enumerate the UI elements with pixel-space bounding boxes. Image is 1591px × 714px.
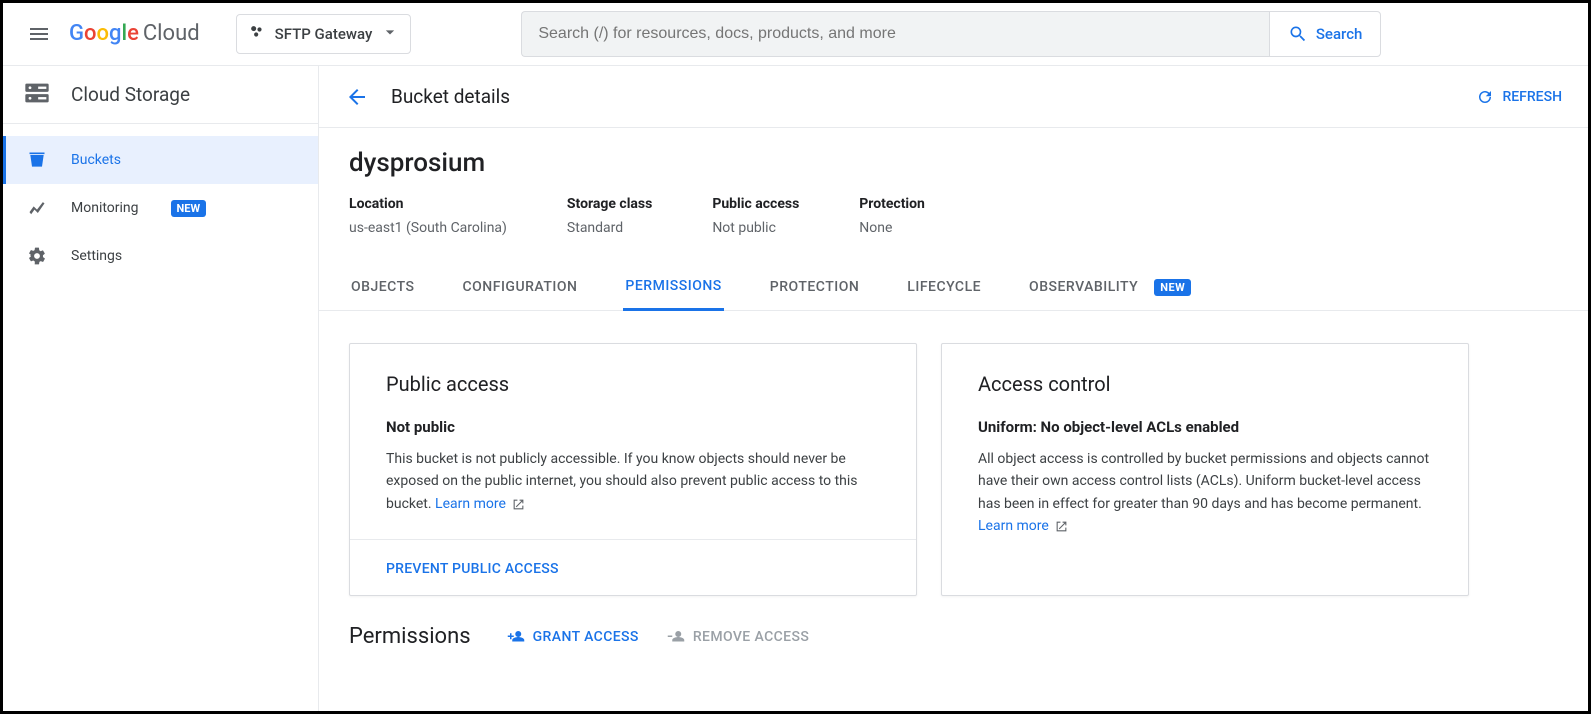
project-name: SFTP Gateway (275, 25, 373, 43)
search-button[interactable]: Search (1269, 11, 1382, 57)
card-subtitle: Uniform: No object-level ACLs enabled (978, 418, 1432, 436)
sidebar-item-label: Buckets (71, 152, 121, 168)
external-link-icon (1055, 520, 1068, 533)
arrow-left-icon (345, 85, 369, 109)
tab-configuration[interactable]: CONFIGURATION (461, 264, 580, 310)
tab-protection[interactable]: PROTECTION (768, 264, 862, 310)
project-icon (247, 22, 267, 46)
public-access-card: Public access Not public This bucket is … (349, 343, 917, 596)
sidebar-item-label: Settings (71, 248, 122, 264)
prevent-public-access-button[interactable]: PREVENT PUBLIC ACCESS (386, 561, 559, 577)
card-subtitle: Not public (386, 418, 880, 436)
meta-location: Location us-east1 (South Carolina) (349, 196, 507, 236)
permissions-title: Permissions (349, 624, 471, 649)
page-header: Bucket details REFRESH (319, 66, 1588, 128)
service-title: Cloud Storage (71, 83, 190, 106)
bucket-icon (27, 150, 47, 170)
meta-protection: Protection None (859, 196, 925, 236)
card-text: All object access is controlled by bucke… (978, 448, 1432, 538)
google-cloud-logo[interactable]: Google Cloud (69, 21, 200, 46)
bucket-name: dysprosium (349, 148, 1558, 178)
gear-icon (27, 246, 47, 266)
menu-icon[interactable] (15, 10, 63, 58)
search-icon (1288, 24, 1308, 44)
meta-storage-class: Storage class Standard (567, 196, 652, 236)
permissions-row: Permissions GRANT ACCESS REMOVE ACCESS (349, 624, 1558, 649)
sidebar-item-label: Monitoring (71, 200, 139, 216)
top-header: Google Cloud SFTP Gateway Search (3, 3, 1588, 65)
tabs: OBJECTS CONFIGURATION PERMISSIONS PROTEC… (319, 264, 1588, 311)
new-badge: NEW (1154, 279, 1191, 296)
refresh-icon (1476, 88, 1494, 106)
sidebar-item-settings[interactable]: Settings (3, 232, 318, 280)
project-selector[interactable]: SFTP Gateway (236, 14, 412, 54)
new-badge: NEW (171, 200, 207, 217)
sidebar-item-buckets[interactable]: Buckets (3, 136, 318, 184)
search-wrapper: Search (521, 11, 1381, 57)
card-title: Public access (386, 372, 880, 396)
back-button[interactable] (337, 77, 377, 117)
tab-objects[interactable]: OBJECTS (349, 264, 417, 310)
main-content: Bucket details REFRESH dysprosium Locati… (319, 66, 1588, 711)
person-add-icon (507, 628, 525, 646)
grant-access-button[interactable]: GRANT ACCESS (507, 628, 639, 646)
meta-public-access: Public access Not public (712, 196, 799, 236)
bucket-meta: Location us-east1 (South Carolina) Stora… (349, 196, 1558, 236)
cloud-storage-icon (23, 79, 51, 111)
sidebar-item-monitoring[interactable]: Monitoring NEW (3, 184, 318, 232)
card-title: Access control (978, 372, 1432, 396)
person-remove-icon (667, 628, 685, 646)
external-link-icon (512, 498, 525, 511)
search-input[interactable] (538, 25, 1252, 43)
learn-more-link[interactable]: Learn more (978, 518, 1049, 534)
sidebar-nav: Buckets Monitoring NEW Settings (3, 124, 318, 280)
sidebar: Cloud Storage Buckets Monitoring NEW (3, 66, 319, 711)
card-text: This bucket is not publicly accessible. … (386, 448, 880, 515)
service-header: Cloud Storage (3, 66, 318, 124)
remove-access-button[interactable]: REMOVE ACCESS (667, 628, 809, 646)
page-title: Bucket details (391, 85, 510, 108)
access-control-card: Access control Uniform: No object-level … (941, 343, 1469, 596)
chart-icon (27, 198, 47, 218)
search-box[interactable] (521, 11, 1268, 57)
chevron-down-icon (380, 22, 400, 46)
refresh-button[interactable]: REFRESH (1468, 80, 1570, 114)
learn-more-link[interactable]: Learn more (435, 496, 506, 512)
tab-lifecycle[interactable]: LIFECYCLE (905, 264, 983, 310)
tab-observability[interactable]: OBSERVABILITY NEW (1027, 264, 1193, 310)
tab-permissions[interactable]: PERMISSIONS (623, 264, 723, 311)
